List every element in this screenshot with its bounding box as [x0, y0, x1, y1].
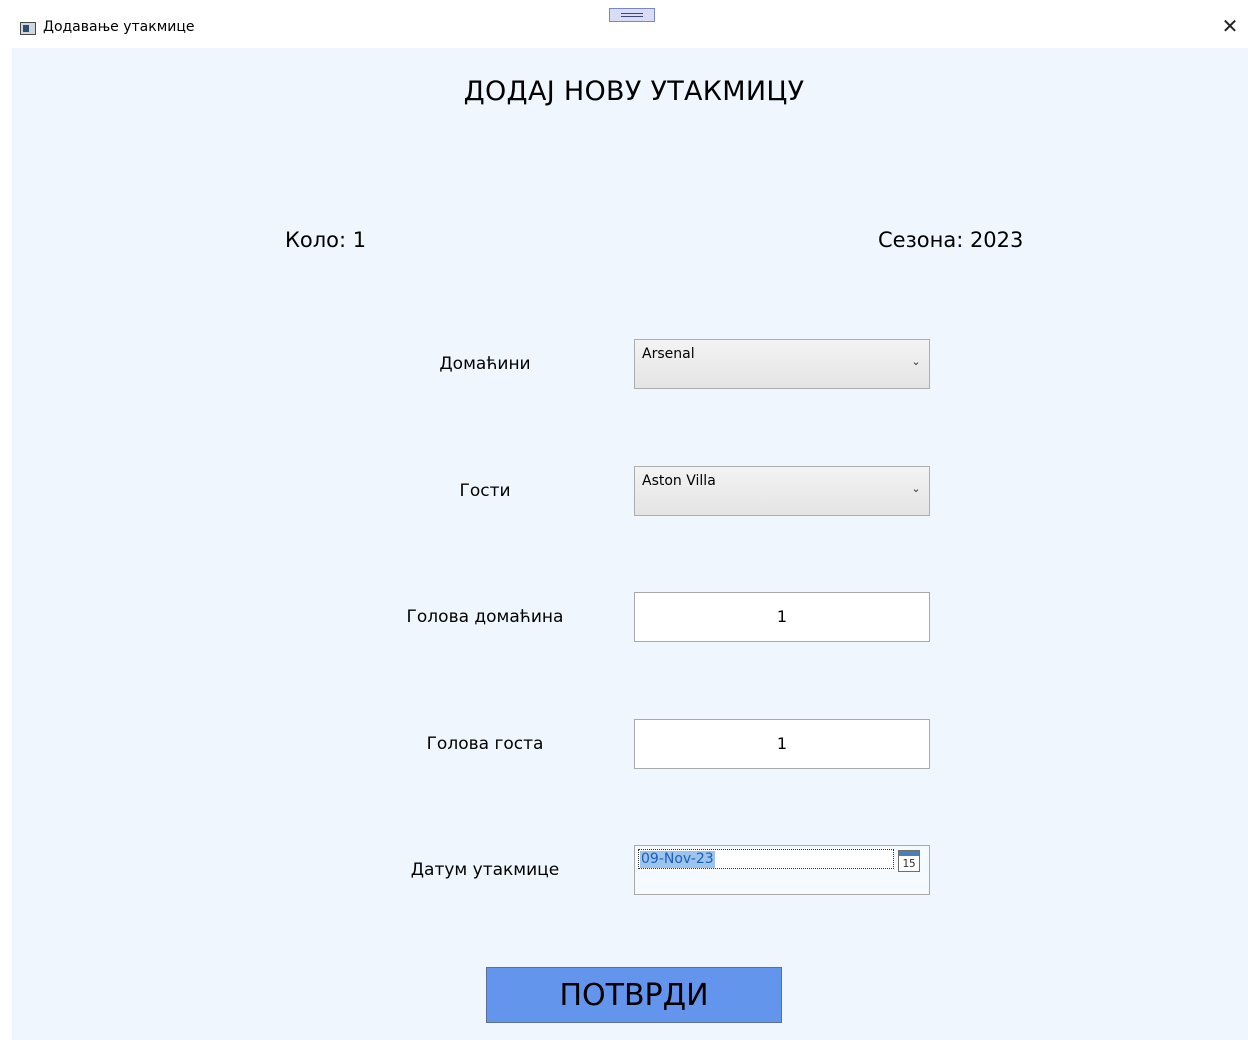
away-goals-label: Голова госта	[426, 734, 544, 754]
away-team-label: Гости	[459, 481, 511, 501]
page-title: ДОДАЈ НОВУ УТАКМИЦУ	[463, 76, 805, 107]
match-date-label: Датум утакмице	[410, 860, 560, 880]
chevron-down-icon: ⌄	[911, 355, 921, 368]
title-bar[interactable]: Додавање утакмице ✕	[0, 0, 1248, 48]
away-team-select[interactable]: Aston Villa ⌄	[634, 466, 930, 516]
season-label: Сезона: 2023	[878, 228, 1024, 252]
chevron-down-icon: ⌄	[911, 482, 921, 495]
away-team-value: Aston Villa	[642, 473, 716, 489]
close-button[interactable]: ✕	[1218, 14, 1242, 38]
home-team-select[interactable]: Arsenal ⌄	[634, 339, 930, 389]
home-goals-label: Голова домаћина	[406, 607, 564, 627]
home-team-label: Домаћини	[439, 354, 531, 374]
calendar-header	[899, 851, 919, 856]
window-title: Додавање утакмице	[43, 19, 195, 35]
drag-handle-icon[interactable]	[609, 8, 655, 22]
app-icon	[20, 22, 36, 35]
date-value: 09-Nov-23	[640, 851, 715, 868]
calendar-icon[interactable]: 15	[898, 850, 920, 872]
round-label: Коло: 1	[285, 228, 367, 252]
form-body: ДОДАЈ НОВУ УТАКМИЦУ Коло: 1 Сезона: 2023…	[12, 48, 1248, 1040]
date-field[interactable]: 09-Nov-23	[638, 849, 894, 869]
home-team-value: Arsenal	[642, 346, 695, 362]
match-date-picker[interactable]: 09-Nov-23 15	[634, 845, 930, 895]
app-window: Додавање утакмице ✕ ДОДАЈ НОВУ УТАКМИЦУ …	[0, 0, 1248, 1040]
away-goals-input[interactable]: 1	[634, 719, 930, 769]
home-goals-input[interactable]: 1	[634, 592, 930, 642]
calendar-day: 15	[902, 857, 916, 870]
submit-button[interactable]: ПОТВРДИ	[486, 967, 782, 1023]
